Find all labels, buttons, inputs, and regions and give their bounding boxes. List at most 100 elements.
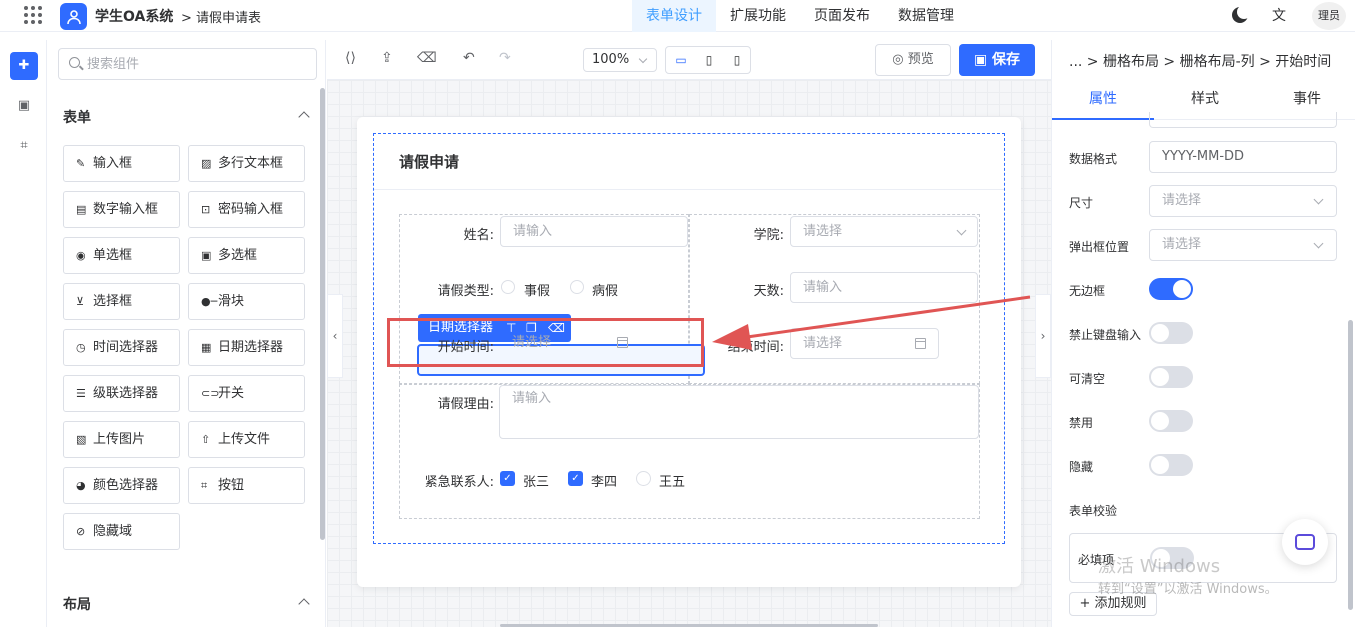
tab-attributes[interactable]: 属性 — [1052, 80, 1154, 120]
end-time-input[interactable]: 请选择 — [790, 328, 939, 359]
name-input[interactable]: 请输入 — [500, 216, 688, 247]
redo-icon[interactable]: ↷ — [499, 50, 511, 66]
days-label: 天数: — [753, 284, 784, 299]
comp-select[interactable]: ⊻ 选择框 — [63, 283, 180, 320]
comp-upload-image[interactable]: ▧ 上传图片 — [63, 421, 180, 458]
collapse-form-icon[interactable] — [298, 111, 310, 123]
save-icon: ▣ — [973, 52, 993, 68]
comp-textarea[interactable]: ▨ 多行文本框 — [188, 145, 305, 182]
college-select[interactable]: 请选择 — [790, 216, 978, 247]
comp-password[interactable]: ⊡ 密码输入框 — [188, 191, 305, 228]
prop-breadcrumb: ... > 栅格布局 > 栅格布局-列 > 开始时间 — [1069, 54, 1332, 70]
no-keyboard-switch[interactable] — [1149, 322, 1193, 344]
tree-structure-icon[interactable]: ⌗ — [10, 132, 38, 160]
nav-form-design[interactable]: 表单设计 — [632, 0, 716, 32]
chevron-down-icon — [1313, 194, 1324, 205]
size-select[interactable]: 请选择 — [1149, 185, 1337, 217]
chevron-down-icon — [956, 225, 967, 236]
apps-grid-icon[interactable] — [24, 6, 42, 24]
clearable-switch[interactable] — [1149, 366, 1193, 388]
left-icon-bar: ✚ ▣ ⌗ — [0, 40, 47, 627]
prev-field-remnant[interactable] — [1149, 112, 1337, 128]
comp-radio[interactable]: ◉ 单选框 — [63, 237, 180, 274]
zoom-select[interactable]: 100% — [583, 48, 657, 72]
collapse-layout-icon[interactable] — [298, 598, 310, 610]
contact-checkbox-zhangsan[interactable]: ✓ — [500, 471, 515, 486]
radio-icon: ◉ — [76, 249, 86, 262]
upload-icon: ⇧ — [201, 433, 211, 446]
radio-sick[interactable] — [570, 280, 584, 294]
nav-data-management[interactable]: 数据管理 — [884, 0, 968, 32]
import-icon[interactable]: ⇪ — [381, 50, 393, 66]
app-title: 学生OA系统 — [95, 9, 174, 25]
avatar[interactable]: 理员 — [1312, 2, 1346, 30]
windows-activation-hint: 转到“设置”以激活 Windows。 — [1098, 582, 1278, 597]
comp-time-picker[interactable]: ◷ 时间选择器 — [63, 329, 180, 366]
group-title-form: 表单 — [63, 110, 91, 126]
top-nav: 表单设计 扩展功能 页面发布 数据管理 — [632, 0, 968, 32]
comp-hidden-field[interactable]: ⊘ 隐藏域 — [63, 513, 180, 550]
comp-input[interactable]: ✎ 输入框 — [63, 145, 180, 182]
date-format-input[interactable]: YYYY-MM-DD — [1149, 141, 1337, 173]
size-label: 尺寸 — [1069, 196, 1094, 210]
tablet-icon[interactable]: ▯ — [698, 50, 720, 70]
dark-mode-icon[interactable] — [1232, 5, 1251, 23]
delete-icon[interactable]: ⌫ — [417, 50, 437, 66]
mobile-icon[interactable]: ▯ — [726, 50, 748, 70]
borderless-switch[interactable] — [1149, 278, 1193, 300]
comp-switch[interactable]: ⊂⊃ 开关 — [188, 375, 305, 412]
contact-checkbox-wangwu[interactable] — [636, 471, 651, 486]
code-icon[interactable]: ⟨⟩ — [345, 50, 356, 66]
translate-icon[interactable]: 文 — [1272, 5, 1286, 25]
pencil-icon: ✎ — [76, 157, 86, 170]
puzzle-components-icon[interactable]: ✚ — [10, 52, 38, 80]
chat-assistant-button[interactable] — [1282, 519, 1328, 565]
app-logo-icon — [60, 3, 87, 30]
validation-label: 表单校验 — [1069, 504, 1118, 518]
group-title-layout: 布局 — [63, 597, 91, 613]
search-icon — [69, 57, 80, 68]
collapse-right-tab[interactable]: › — [1035, 294, 1051, 378]
calendar-icon — [915, 338, 926, 349]
comp-number[interactable]: ▤ 数字输入框 — [63, 191, 180, 228]
comp-button[interactable]: ⌗ 按钮 — [188, 467, 305, 504]
palette-icon: ◕ — [76, 479, 86, 492]
disabled-switch[interactable] — [1149, 410, 1193, 432]
toggle-icon: ⊂⊃ — [201, 387, 220, 400]
clock-icon: ◷ — [76, 341, 86, 354]
undo-icon[interactable]: ↶ — [463, 50, 475, 66]
comp-cascader[interactable]: ☰ 级联选择器 — [63, 375, 180, 412]
search-input[interactable] — [87, 55, 307, 73]
component-search[interactable] — [58, 48, 317, 80]
radio-personal[interactable] — [501, 280, 515, 294]
comp-checkbox[interactable]: ▣ 多选框 — [188, 237, 305, 274]
properties-scrollbar[interactable] — [1348, 320, 1353, 610]
days-input[interactable]: 请输入 — [790, 272, 978, 303]
popup-position-select[interactable]: 请选择 — [1149, 229, 1337, 261]
top-bar: 学生OA系统 > 请假申请表 表单设计 扩展功能 页面发布 数据管理 文 理员 — [0, 0, 1355, 32]
comp-color-picker[interactable]: ◕ 颜色选择器 — [63, 467, 180, 504]
code-block-icon[interactable]: ▣ — [10, 92, 38, 120]
radio-personal-label: 事假 — [524, 284, 551, 299]
checkbox-icon: ▣ — [201, 249, 212, 262]
comp-date-picker[interactable]: ▦ 日期选择器 — [188, 329, 305, 366]
calendar-icon: ▦ — [201, 341, 212, 354]
nav-extensions[interactable]: 扩展功能 — [716, 0, 800, 32]
component-panel-scrollbar[interactable] — [320, 88, 325, 540]
designer-toolbar: ⟨⟩ ⇪ ⌫ ↶ ↷ 100% ▭ ▯ ▯ ◎ 预览 ▣ 保存 — [327, 40, 1051, 80]
disabled-label: 禁用 — [1069, 416, 1094, 430]
save-button[interactable]: ▣ 保存 — [959, 44, 1035, 76]
reason-textarea[interactable]: 请输入 — [499, 385, 979, 439]
image-icon: ▧ — [76, 433, 87, 446]
desktop-icon[interactable]: ▭ — [670, 50, 692, 70]
nav-page-publish[interactable]: 页面发布 — [800, 0, 884, 32]
component-panel: 表单 ✎输入框 ▨多行文本框 ▤数字输入框 ⊡密码输入框 ◉单选框 ▣多选框 ⊻… — [47, 40, 326, 627]
comp-upload-file[interactable]: ⇧ 上传文件 — [188, 421, 305, 458]
preview-button[interactable]: ◎ 预览 — [875, 44, 951, 76]
collapse-left-tab[interactable]: ‹ — [327, 294, 343, 378]
hidden-switch[interactable] — [1149, 454, 1193, 476]
contact-label: 紧急联系人: — [424, 475, 494, 490]
leave-type-label: 请假类型: — [437, 284, 494, 299]
comp-slider[interactable]: ●─ 滑块 — [188, 283, 305, 320]
contact-checkbox-lisi[interactable]: ✓ — [568, 471, 583, 486]
